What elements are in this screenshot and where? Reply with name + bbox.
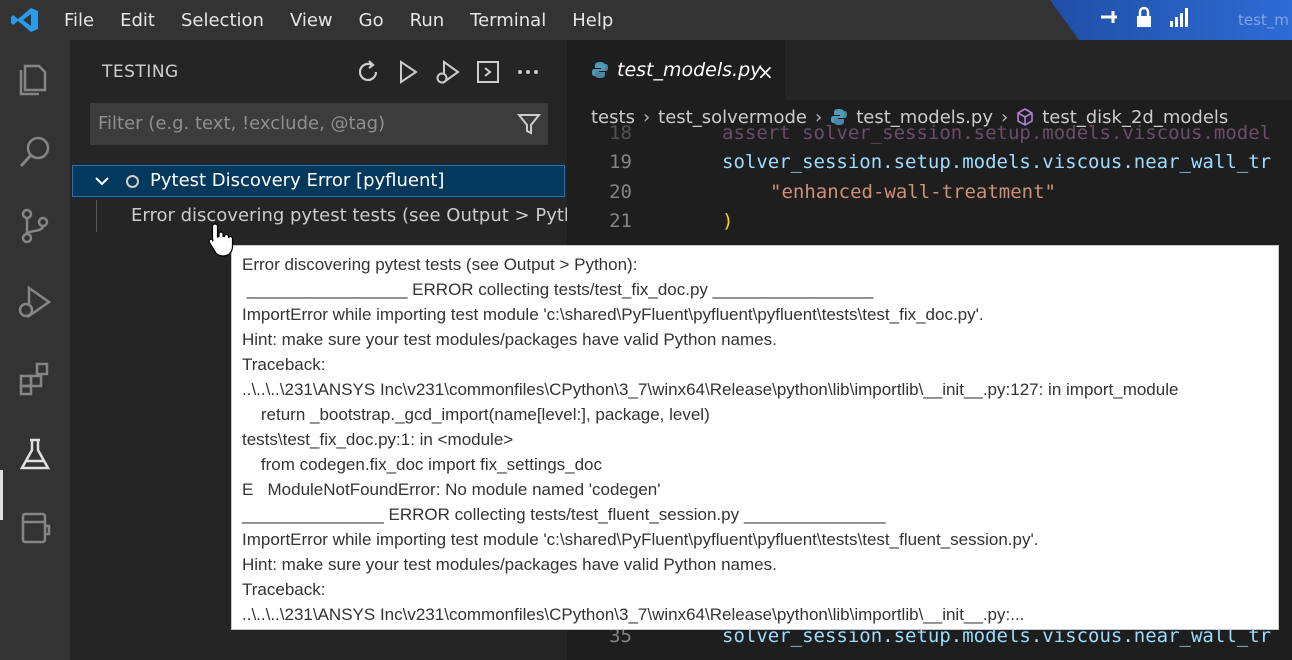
sidebar-actions: [354, 58, 542, 86]
code-line: ): [722, 210, 734, 232]
editor-tabs: test_models.py ×: [567, 40, 1292, 100]
tooltip-line: Hint: make sure your test modules/packag…: [242, 330, 777, 349]
tooltip-line: Error discovering pytest tests (see Outp…: [242, 255, 638, 274]
code-line: "enhanced-wall-treatment": [770, 181, 1056, 203]
hand-cursor-icon: [208, 223, 234, 257]
tooltip-line: ..\..\..\231\ANSYS Inc\v231\commonfiles\…: [242, 380, 1179, 399]
error-hover-tooltip: Error discovering pytest tests (see Outp…: [231, 245, 1279, 630]
tooltip-line: ..\..\..\231\ANSYS Inc\v231\commonfiles\…: [242, 605, 1025, 624]
line-number: 18: [609, 122, 632, 144]
test-tree-item-error-message[interactable]: Error discovering pytest tests (see Outp…: [72, 200, 567, 232]
menu-bar: File Edit Selection View Go Run Terminal…: [64, 0, 639, 40]
active-view-indicator: [0, 470, 3, 520]
remote-session-title: test_m: [1238, 11, 1289, 29]
test-tree-item-discovery-error[interactable]: Pytest Discovery Error [pyfluent]: [72, 165, 565, 197]
search-icon[interactable]: [15, 132, 55, 172]
tab-test-models[interactable]: test_models.py ×: [567, 40, 785, 100]
tooltip-line: tests\test_fix_doc.py:1: in <module>: [242, 430, 514, 449]
test-filter-input[interactable]: Filter (e.g. text, !exclude, @tag): [90, 103, 548, 145]
tooltip-line: ImportError while importing test module …: [242, 305, 984, 324]
code-line: solver_session.setup.models.viscous.near…: [722, 151, 1272, 173]
python-file-icon: [592, 62, 608, 78]
tooltip-line: ImportError while importing test module …: [242, 530, 1039, 549]
tooltip-line: from codegen.fix_doc import fix_settings…: [242, 455, 603, 474]
testing-flask-icon[interactable]: [15, 434, 55, 474]
source-control-icon[interactable]: [15, 206, 55, 246]
activity-bar: [0, 40, 70, 660]
tab-close-icon[interactable]: ×: [757, 60, 774, 84]
menu-run[interactable]: Run: [410, 10, 445, 31]
remote-explorer-icon[interactable]: [15, 508, 55, 548]
menu-go[interactable]: Go: [359, 10, 384, 31]
lock-icon[interactable]: [1134, 6, 1154, 28]
tooltip-line: Traceback:: [242, 355, 326, 374]
remote-session-icons: [1098, 6, 1190, 28]
debug-tests-icon[interactable]: [434, 58, 462, 86]
signal-icon: [1170, 8, 1188, 27]
menu-selection[interactable]: Selection: [181, 10, 264, 31]
title-bar: File Edit Selection View Go Run Terminal…: [0, 0, 1292, 40]
menu-file[interactable]: File: [64, 10, 94, 31]
tooltip-line: Hint: make sure your test modules/packag…: [242, 555, 777, 574]
tooltip-line: _________________ ERROR collecting tests…: [242, 280, 874, 299]
test-status-unset-icon: [126, 175, 139, 188]
filter-funnel-icon[interactable]: [516, 111, 542, 137]
more-actions-icon[interactable]: [514, 58, 542, 86]
line-number: 20: [609, 181, 632, 203]
run-tests-icon[interactable]: [394, 58, 422, 86]
tree-item-label: Error discovering pytest tests (see Outp…: [131, 205, 567, 226]
pin-icon[interactable]: [1098, 6, 1120, 28]
sidebar-title: TESTING: [102, 62, 179, 82]
tooltip-line: return _bootstrap._gcd_import(name[level…: [242, 405, 710, 424]
menu-view[interactable]: View: [290, 10, 333, 31]
explorer-icon[interactable]: [15, 58, 55, 98]
tab-label: test_models.py: [617, 59, 762, 81]
menu-terminal[interactable]: Terminal: [470, 10, 546, 31]
refresh-icon[interactable]: [354, 58, 382, 86]
indent-guide: [96, 200, 97, 232]
tooltip-line: E ModuleNotFoundError: No module named '…: [242, 480, 661, 499]
tooltip-line: _______________ ERROR collecting tests/t…: [242, 505, 886, 524]
menu-edit[interactable]: Edit: [120, 10, 155, 31]
code-line: assert solver_session.setup.models.visco…: [722, 122, 1272, 144]
chevron-down-icon[interactable]: [93, 172, 111, 190]
menu-help[interactable]: Help: [572, 10, 613, 31]
run-debug-icon[interactable]: [15, 282, 55, 322]
vscode-logo-icon: [11, 8, 38, 32]
line-number: 19: [609, 151, 632, 173]
line-number: 21: [609, 210, 632, 232]
show-output-icon[interactable]: [474, 58, 502, 86]
tooltip-line: Traceback:: [242, 580, 326, 599]
tree-item-label: Pytest Discovery Error [pyfluent]: [150, 170, 445, 191]
filter-placeholder: Filter (e.g. text, !exclude, @tag): [98, 113, 386, 134]
extensions-icon[interactable]: [15, 358, 55, 398]
